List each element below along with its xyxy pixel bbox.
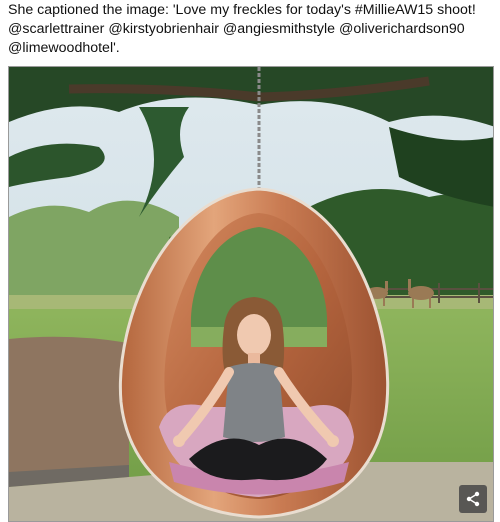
- article-caption: She captioned the image: 'Love my freckl…: [8, 1, 494, 58]
- share-icon: [466, 491, 480, 507]
- bark-mulch: [9, 336, 129, 487]
- caption-line-2: @scarlettrainer @kirstyobrienhair @angie…: [8, 21, 465, 37]
- share-button[interactable]: [459, 485, 487, 513]
- caption-line-3: @limewoodhotel'.: [8, 40, 120, 56]
- article-photo: [8, 66, 494, 522]
- caption-line-1: She captioned the image: 'Love my freckl…: [8, 2, 476, 18]
- photo-illustration: [9, 67, 493, 521]
